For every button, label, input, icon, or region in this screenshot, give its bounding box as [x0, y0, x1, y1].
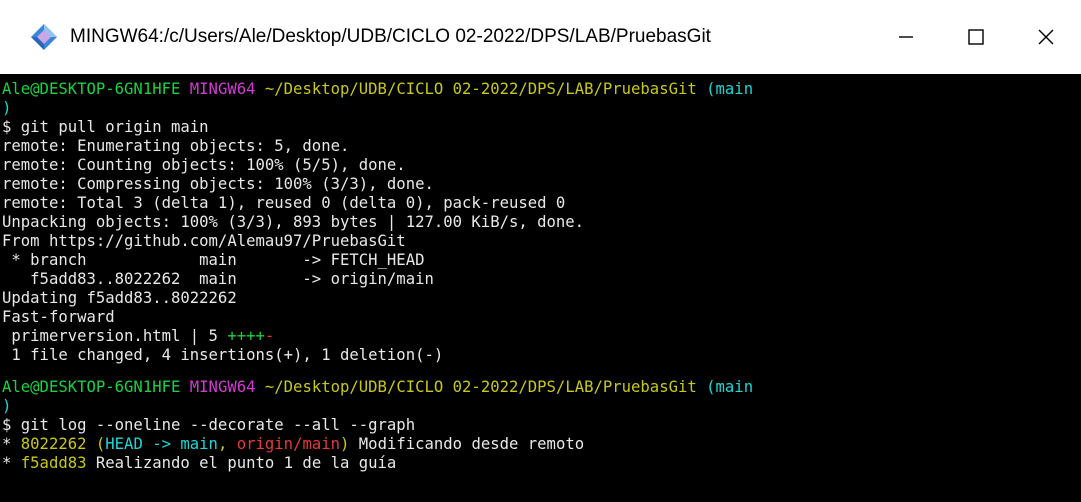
close-icon — [1038, 29, 1054, 45]
prompt-shell: MINGW64 — [189, 378, 256, 396]
log-graph: * — [2, 454, 21, 472]
log-decor-close: ) — [340, 435, 350, 453]
output-line: f5add83..8022262 main -> origin/main — [2, 270, 434, 288]
prompt-branch-close: ) — [2, 397, 12, 415]
minimize-button[interactable] — [871, 0, 941, 74]
diffstat-plus: ++++ — [227, 327, 265, 345]
output-line: Unpacking objects: 100% (3/3), 893 bytes… — [2, 213, 585, 231]
window-controls — [871, 0, 1081, 74]
prompt-line: Ale@DESKTOP-6GN1HFE MINGW64 ~/Desktop/UD… — [2, 80, 1081, 99]
maximize-button[interactable] — [941, 0, 1011, 74]
log-decor-sep: , — [217, 435, 237, 453]
maximize-icon — [968, 29, 984, 45]
prompt-line: Ale@DESKTOP-6GN1HFE MINGW64 ~/Desktop/UD… — [2, 378, 1081, 397]
diffstat-line: primerversion.html | 5 ++++- — [2, 327, 1081, 346]
terminal-output[interactable]: Ale@DESKTOP-6GN1HFE MINGW64 ~/Desktop/UD… — [2, 80, 1081, 500]
prompt-branch: (main — [706, 80, 754, 98]
output-line: * branch main -> FETCH_HEAD — [2, 251, 425, 269]
log-head-ref: HEAD -> main — [105, 435, 218, 453]
log-hash: f5add83 — [20, 454, 87, 472]
title-bar[interactable]: MINGW64:/c/Users/Ale/Desktop/UDB/CICLO 0… — [0, 0, 1081, 74]
prompt-user-host: Ale@DESKTOP-6GN1HFE — [2, 80, 181, 98]
output-line: remote: Compressing objects: 100% (3/3),… — [2, 175, 434, 193]
mingw-diamond-icon — [31, 24, 57, 50]
diffstat-minus: - — [264, 327, 275, 345]
log-message: Realizando el punto 1 de la guía — [95, 454, 397, 472]
prompt-shell: MINGW64 — [189, 80, 256, 98]
minimize-icon — [899, 36, 913, 38]
output-line: Fast-forward — [2, 308, 115, 326]
prompt-path: ~/Desktop/UDB/CICLO 02-2022/DPS/LAB/Prue… — [264, 80, 697, 98]
log-remote-ref: origin/main — [236, 435, 341, 453]
summary-line: 1 file changed, 4 insertions(+), 1 delet… — [2, 346, 444, 364]
prompt-user-host: Ale@DESKTOP-6GN1HFE — [2, 378, 181, 396]
command-line: $ git log --oneline --decorate --all --g… — [2, 416, 416, 434]
log-decor-open: ( — [95, 435, 106, 453]
output-line: Updating f5add83..8022262 — [2, 289, 237, 307]
output-line: remote: Enumerating objects: 5, done. — [2, 137, 350, 155]
terminal-window: MINGW64:/c/Users/Ale/Desktop/UDB/CICLO 0… — [0, 0, 1081, 502]
window-title: MINGW64:/c/Users/Ale/Desktop/UDB/CICLO 0… — [70, 26, 711, 47]
prompt-path: ~/Desktop/UDB/CICLO 02-2022/DPS/LAB/Prue… — [264, 378, 697, 396]
log-entry: * f5add83 Realizando el punto 1 de la gu… — [2, 454, 1081, 473]
diffstat-file: primerversion.html | 5 — [2, 327, 228, 345]
prompt-branch-close: ) — [2, 99, 12, 117]
log-hash: 8022262 — [20, 435, 87, 453]
log-entry: * 8022262 (HEAD -> main, origin/main) Mo… — [2, 435, 1081, 454]
output-line: remote: Total 3 (delta 1), reused 0 (del… — [2, 194, 566, 212]
prompt-branch: (main — [706, 378, 754, 396]
output-line: remote: Counting objects: 100% (5/5), do… — [2, 156, 406, 174]
log-message: Modificando desde remoto — [358, 435, 585, 453]
log-graph: * — [2, 435, 21, 453]
command-line: $ git pull origin main — [2, 118, 209, 136]
close-button[interactable] — [1011, 0, 1081, 74]
output-line: From https://github.com/Alemau97/Pruebas… — [2, 232, 406, 250]
